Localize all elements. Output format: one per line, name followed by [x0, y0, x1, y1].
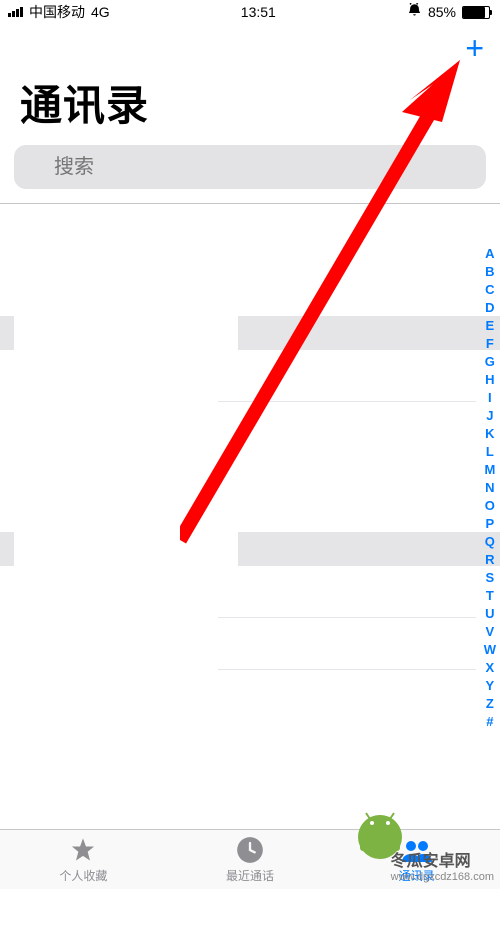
tab-label: 个人收藏 [59, 867, 107, 884]
battery-percent: 85% [428, 4, 456, 20]
index-letter[interactable]: I [488, 389, 492, 407]
page-title: 通讯录 [20, 72, 480, 133]
section-header [0, 532, 14, 566]
section-header [0, 316, 14, 350]
tab-recents[interactable]: 最近通话 [167, 830, 334, 889]
index-letter[interactable]: L [486, 443, 494, 461]
index-letter[interactable]: W [484, 641, 496, 659]
alphabet-index[interactable]: ABCDEFGHIJKLMNOPQRSTUVWXYZ# [484, 245, 496, 731]
index-letter[interactable]: # [486, 713, 493, 731]
index-letter[interactable]: K [485, 425, 494, 443]
clock-icon [236, 836, 264, 864]
index-letter[interactable]: M [484, 461, 495, 479]
index-letter[interactable]: Q [485, 533, 495, 551]
index-letter[interactable]: V [486, 623, 495, 641]
status-bar: 中国移动 4G 13:51 85% [0, 0, 500, 24]
divider [0, 203, 500, 204]
list-item[interactable] [218, 618, 476, 670]
index-letter[interactable]: P [486, 515, 495, 533]
plus-icon: + [465, 30, 484, 66]
index-letter[interactable]: R [485, 551, 494, 569]
tab-favorites[interactable]: 个人收藏 [0, 830, 167, 889]
index-letter[interactable]: O [485, 497, 495, 515]
index-letter[interactable]: T [486, 587, 494, 605]
tab-label: 最近通话 [226, 867, 274, 884]
alarm-icon [407, 3, 422, 21]
index-letter[interactable]: Z [486, 695, 494, 713]
search-field[interactable] [14, 145, 486, 189]
network-label: 4G [91, 4, 110, 20]
index-letter[interactable]: H [485, 371, 494, 389]
section-header [238, 532, 500, 566]
index-letter[interactable]: U [485, 605, 494, 623]
index-letter[interactable]: G [485, 353, 495, 371]
signal-icon [8, 7, 23, 17]
carrier-label: 中国移动 [29, 2, 85, 22]
list-item[interactable] [218, 350, 476, 402]
star-icon [68, 836, 98, 864]
index-letter[interactable]: F [486, 335, 494, 353]
index-letter[interactable]: S [486, 569, 495, 587]
index-letter[interactable]: B [485, 263, 494, 281]
index-letter[interactable]: J [486, 407, 493, 425]
index-letter[interactable]: C [485, 281, 494, 299]
battery-icon [462, 6, 492, 19]
add-contact-button[interactable]: + [465, 32, 484, 64]
search-input[interactable] [14, 145, 486, 189]
nav-bar: + [0, 24, 500, 72]
index-letter[interactable]: X [486, 659, 495, 677]
index-letter[interactable]: Y [486, 677, 495, 695]
index-letter[interactable]: D [485, 299, 494, 317]
list-item[interactable] [218, 566, 476, 618]
status-time: 13:51 [241, 4, 276, 20]
watermark-text: 冬瓜安卓网 www.dgxcdz168.com [391, 847, 494, 883]
index-letter[interactable]: E [486, 317, 495, 335]
index-letter[interactable]: N [485, 479, 494, 497]
section-header [238, 316, 500, 350]
index-letter[interactable]: A [485, 245, 494, 263]
